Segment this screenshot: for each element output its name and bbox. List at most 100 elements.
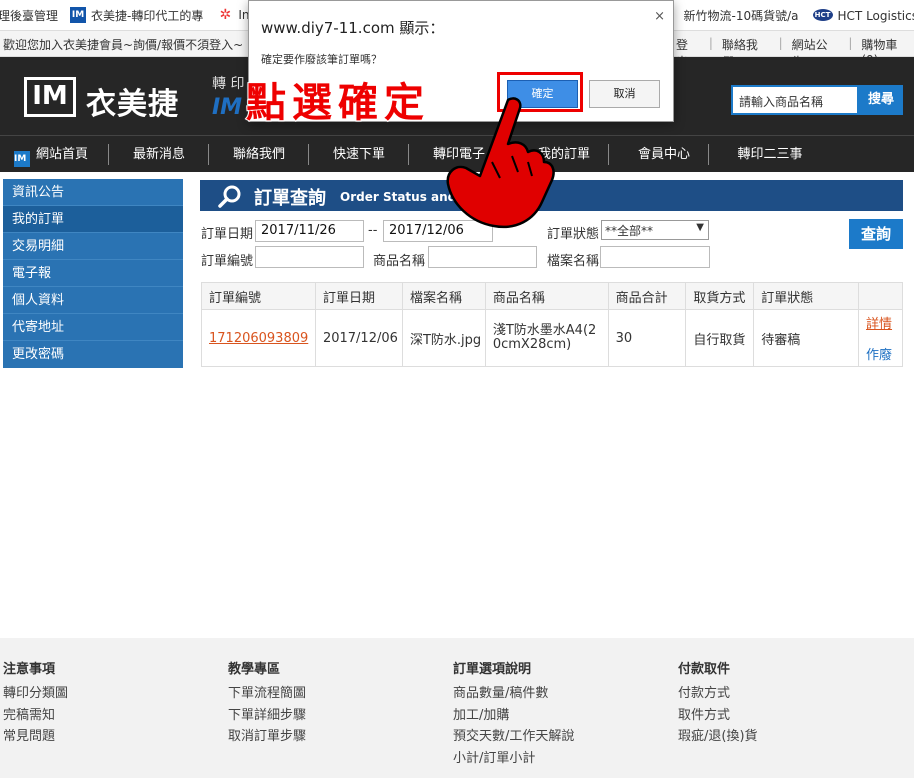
footer-heading: 訂單選項說明	[453, 662, 532, 677]
footer-link[interactable]: 商品數量/稿件數	[453, 683, 574, 705]
table-row: 171206093809 2017/12/06 深T防水.jpg 淺T防水墨水A…	[201, 309, 903, 367]
divider	[108, 144, 109, 165]
footer-column-payment: 付款取件 付款方式 取件方式 瑕疵/退(換)貨	[678, 658, 758, 748]
column-header: 檔案名稱	[401, 282, 486, 310]
search-input[interactable]: 請輸入商品名稱	[731, 85, 859, 115]
logo-text[interactable]: 衣美捷	[86, 79, 179, 123]
nav-contact[interactable]: 聯絡我們	[210, 136, 308, 173]
footer-link[interactable]: 付款方式	[678, 683, 758, 705]
bookmark-label: HCT Logistics 新	[837, 8, 914, 23]
order-date-cell: 2017/12/06	[314, 309, 403, 367]
footer-link[interactable]: 小計/訂單小計	[453, 748, 574, 770]
nav-home[interactable]: IM 網站首頁	[14, 136, 108, 173]
bookmark-in[interactable]: ✲ In	[217, 7, 249, 23]
im-logo-icon: IM	[70, 7, 87, 23]
dialog-title: www.diy7-11.com 顯示：	[261, 19, 445, 37]
divider	[408, 144, 409, 165]
column-header: 取貨方式	[685, 282, 755, 310]
divider	[308, 144, 309, 165]
sidebar-item-profile[interactable]: 個人資料	[3, 287, 183, 314]
footer-link[interactable]: 瑕疵/退(換)貨	[678, 726, 758, 748]
order-no-link[interactable]: 171206093809	[209, 331, 308, 346]
footer-link[interactable]: 完稿需知	[3, 705, 68, 727]
bookmark-admin[interactable]: 理後臺管理	[0, 7, 58, 24]
date-from-field[interactable]: 2017/11/26	[255, 220, 364, 242]
actions-cell: 詳情 作廢	[858, 309, 903, 367]
file-name-field[interactable]	[600, 246, 710, 268]
detail-link[interactable]: 詳情	[866, 313, 902, 332]
logo-subtitle: 轉 印	[212, 76, 245, 92]
order-no-label: 訂單編號	[201, 254, 254, 269]
close-icon[interactable]: ×	[654, 9, 665, 24]
nav-news[interactable]: 最新消息	[110, 136, 208, 173]
dialog-message: 確定要作廢該筆訂單嗎？	[261, 53, 382, 66]
footer-link[interactable]: 取件方式	[678, 705, 758, 727]
footer-column-order-options: 訂單選項說明 商品數量/稿件數 加工/加購 預交天數/工作天解說 小計/訂單小計	[453, 658, 574, 769]
search-icon	[218, 185, 241, 208]
member-sidebar: 資訊公告 我的訂單 交易明細 電子報 個人資料 代寄地址 更改密碼	[3, 179, 183, 368]
product-name-label: 商品名稱	[373, 254, 426, 269]
nav-member-center[interactable]: 會員中心	[610, 136, 718, 173]
footer-column-tutorial: 教學專區 下單流程簡圖 下單詳細步驟 取消訂單步驟	[228, 658, 306, 748]
bookmark-label: 衣美捷-轉印代工的專	[91, 8, 204, 23]
search-button[interactable]: 搜尋	[859, 85, 903, 115]
sidebar-item-change-password[interactable]: 更改密碼	[3, 341, 183, 368]
column-header: 訂單日期	[314, 282, 403, 310]
bookmark-hct-logistics[interactable]: HCT HCT Logistics 新	[812, 7, 914, 24]
pickup-cell: 自行取貨	[685, 309, 755, 367]
bookmark-imj[interactable]: IM 衣美捷-轉印代工的專	[70, 7, 203, 24]
divider	[708, 144, 709, 165]
sidebar-item-newsletter[interactable]: 電子報	[3, 260, 183, 287]
footer-link[interactable]: 轉印分類圖	[3, 683, 68, 705]
sidebar-item-shipping-address[interactable]: 代寄地址	[3, 314, 183, 341]
status-cell: 待審稿	[753, 309, 860, 367]
nav-quick-order[interactable]: 快速下單	[310, 136, 408, 173]
nav-transfer-stories[interactable]: 轉印二三事	[710, 136, 830, 173]
footer-heading: 付款取件	[678, 662, 731, 677]
bookmark-hct-10[interactable]: 新竹物流-10碼貨號/a	[684, 7, 799, 24]
column-header: 商品名稱	[484, 282, 609, 310]
footer-link[interactable]: 常見問題	[3, 726, 68, 748]
divider	[208, 144, 209, 165]
product-name-cell: 淺T防水墨水A4(20cmX28cm)	[484, 309, 609, 367]
void-order-link[interactable]: 作廢	[866, 344, 902, 363]
caret-down-icon: ▼	[696, 222, 704, 233]
logo-subtitle-im: IM	[212, 95, 243, 120]
order-no-cell: 171206093809	[201, 309, 316, 367]
logo-mark[interactable]: IM	[24, 77, 76, 117]
page-title: 訂單查詢	[254, 188, 326, 209]
nav-label: 網站首頁	[36, 147, 89, 162]
column-header: 訂單編號	[201, 282, 316, 310]
footer-link[interactable]: 下單詳細步驟	[228, 705, 306, 727]
orders-table: 訂單編號 訂單日期 檔案名稱 商品名稱 商品合計 取貨方式 訂單狀態 17120…	[201, 282, 903, 367]
sidebar-item-my-orders[interactable]: 我的訂單	[3, 206, 183, 233]
footer-column-notes: 注意事項 轉印分類圖 完稿需知 常見問題	[3, 658, 68, 748]
total-cell: 30	[607, 309, 687, 367]
im-logo-icon: IM	[14, 151, 30, 167]
hct-logo-icon: HCT	[812, 9, 833, 21]
column-header: 商品合計	[607, 282, 687, 310]
file-name-cell: 深T防水.jpg	[401, 309, 486, 367]
footer-heading: 注意事項	[3, 662, 56, 677]
order-no-field[interactable]	[255, 246, 364, 268]
footer-heading: 教學專區	[228, 662, 281, 677]
column-header: 訂單狀態	[753, 282, 860, 310]
annotation-text: 點選確定	[245, 79, 430, 127]
footer-link[interactable]: 下單流程簡圖	[228, 683, 306, 705]
bookmark-label: 理後臺管理	[0, 8, 59, 23]
pointing-hand-icon	[446, 97, 555, 229]
flower-icon: ✲	[219, 7, 232, 23]
file-name-label: 檔案名稱	[547, 254, 600, 269]
divider	[608, 144, 609, 165]
footer-link[interactable]: 預交天數/工作天解說	[453, 726, 574, 748]
query-button[interactable]: 查詢	[849, 219, 903, 249]
footer-link[interactable]: 取消訂單步驟	[228, 726, 306, 748]
sidebar-item-transactions[interactable]: 交易明細	[3, 233, 183, 260]
product-name-field[interactable]	[428, 246, 537, 268]
status-select[interactable]: **全部** ▼	[601, 220, 709, 240]
order-date-label: 訂單日期	[201, 227, 254, 242]
cancel-button[interactable]: 取消	[589, 80, 660, 108]
footer-link[interactable]: 加工/加購	[453, 705, 574, 727]
status-value: **全部**	[605, 224, 654, 238]
sidebar-item-announcements[interactable]: 資訊公告	[3, 179, 183, 206]
